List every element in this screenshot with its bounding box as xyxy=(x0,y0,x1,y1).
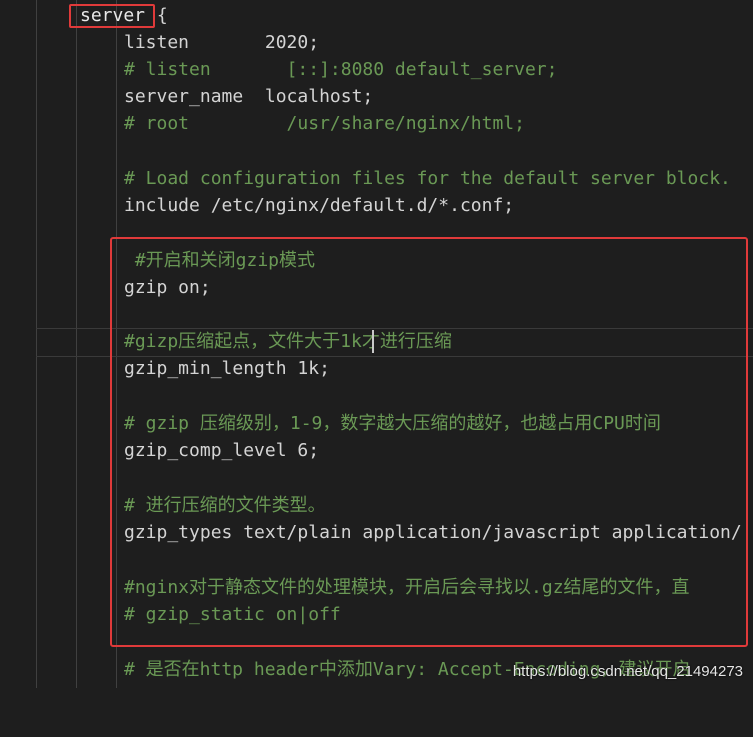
code-line[interactable]: include /etc/nginx/default.d/*.conf; xyxy=(0,192,753,219)
server-name-directive: server_name localhost; xyxy=(124,86,374,107)
listen-directive: listen 2020; xyxy=(124,32,320,53)
code-line[interactable]: server_name localhost; xyxy=(0,83,753,110)
code-editor[interactable]: server { listen 2020; # listen [::]:8080… xyxy=(0,0,753,688)
comment-listen: # listen [::]:8080 default_server; xyxy=(124,59,558,80)
code-line[interactable]: # Load configuration files for the defau… xyxy=(0,165,753,192)
annotation-box-server xyxy=(69,4,155,28)
annotation-box-gzip-block xyxy=(110,237,748,647)
watermark: https://blog.csdn.net/qq_21494273 xyxy=(512,663,743,680)
comment-load-config: # Load configuration files for the defau… xyxy=(124,168,731,189)
code-line[interactable]: # root /usr/share/nginx/html; xyxy=(0,110,753,137)
code-line[interactable]: listen 2020; xyxy=(0,29,753,56)
code-line[interactable]: # listen [::]:8080 default_server; xyxy=(0,56,753,83)
include-directive: include /etc/nginx/default.d/*.conf; xyxy=(124,195,515,216)
comment-root: # root /usr/share/nginx/html; xyxy=(124,113,525,134)
